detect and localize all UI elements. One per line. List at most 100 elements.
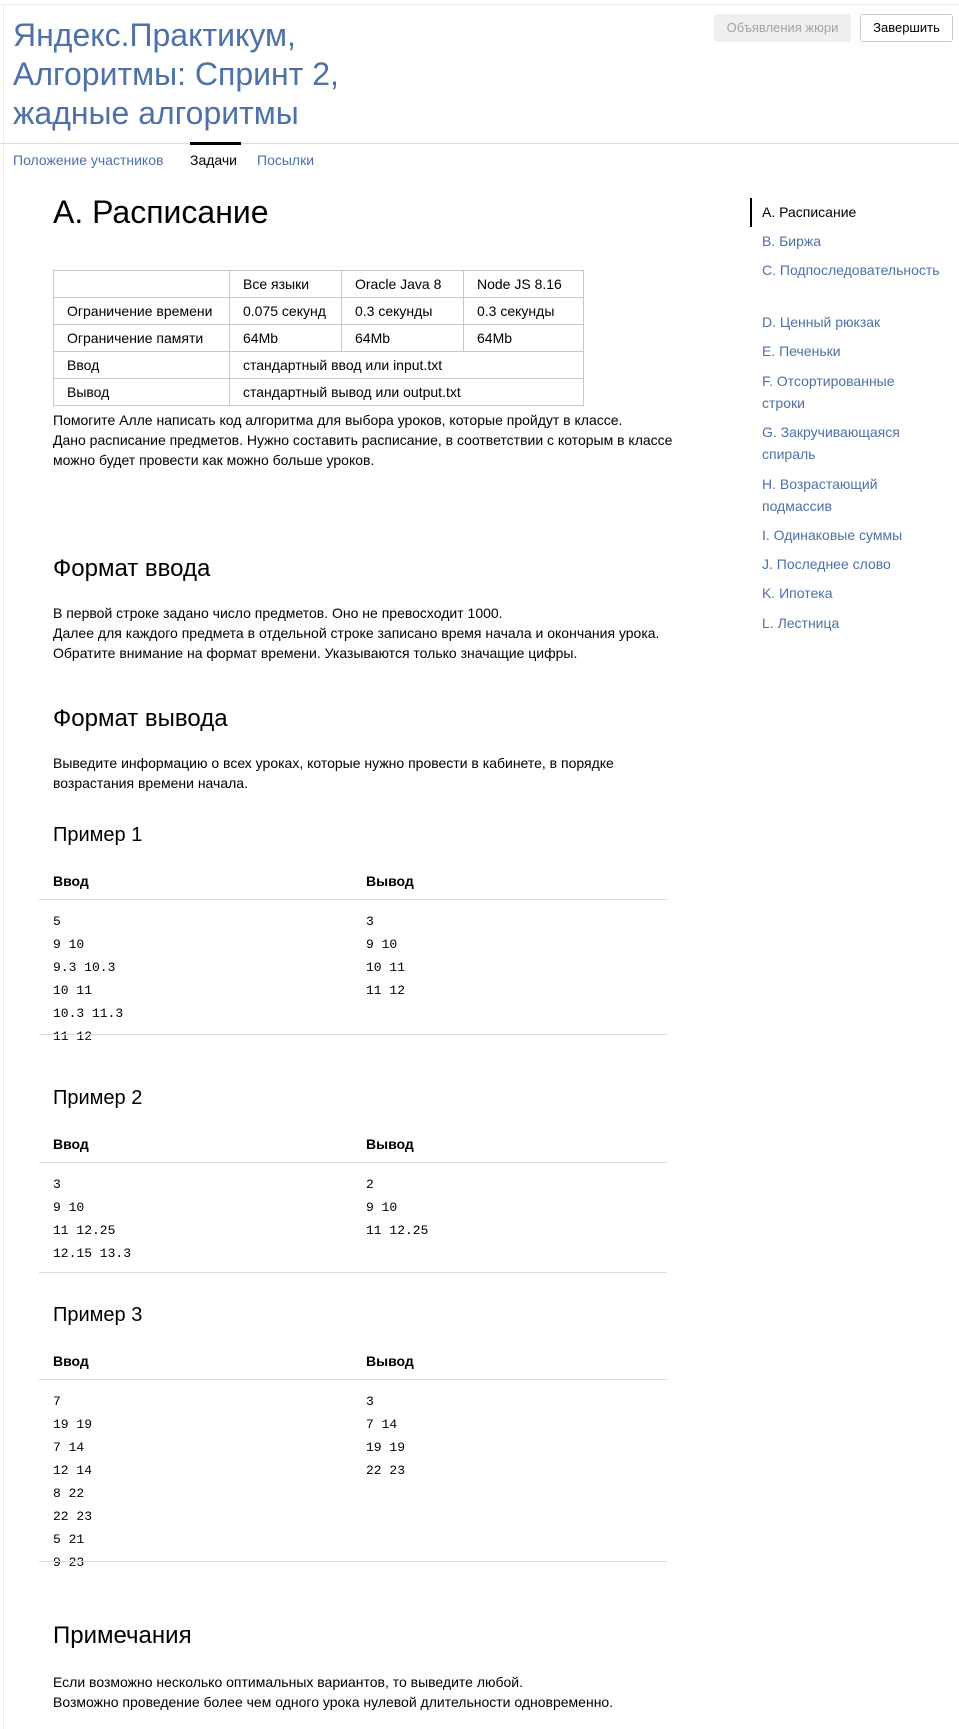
example-divider — [39, 1272, 667, 1273]
example-input-line: 3 — [53, 1177, 61, 1192]
contest-title-line: Яндекс.Практикум, — [13, 17, 296, 53]
example-input-line: 12 14 — [53, 1463, 93, 1478]
example-title: Пример 2 — [53, 1087, 143, 1109]
notes-heading: Примечания — [53, 1622, 192, 1649]
sidebar-item-h[interactable]: H. Возрастающий подмассив — [762, 473, 902, 517]
statement-line: можно будет провести как можно больше ур… — [53, 452, 375, 468]
output-row: Вывод стандартный вывод или output.txt — [53, 378, 584, 406]
tab-submits[interactable]: Посылки — [257, 152, 314, 168]
example-input-label: Ввод — [53, 873, 89, 889]
sidebar-item-a[interactable]: A. Расписание — [762, 201, 952, 223]
limits-table: Все языки Oracle Java 8 Node JS 8.16 Огр… — [53, 270, 584, 406]
example-divider — [39, 899, 667, 900]
limits-corner-cell — [53, 270, 230, 298]
example-input-line: 12.15 13.3 — [53, 1246, 132, 1261]
jury-announcements-button[interactable]: Объявления жюри — [714, 14, 851, 42]
example-input-label: Ввод — [53, 1353, 89, 1369]
output-label: Вывод — [53, 378, 230, 406]
problem-title: А. Расписание — [53, 194, 269, 230]
example-input-line: 11 12.25 — [53, 1223, 116, 1238]
example-output[interactable]: 3 7 14 19 19 22 23 — [366, 1390, 405, 1482]
output-format-line: возрастания времени начала. — [53, 775, 248, 791]
example-output-label: Вывод — [366, 1136, 414, 1152]
example-input-line: 19 19 — [53, 1417, 93, 1432]
sidebar-item-b[interactable]: B. Биржа — [762, 230, 952, 252]
example-output[interactable]: 3 9 10 10 11 11 12 — [366, 910, 405, 1002]
notes-line: Если возможно несколько оптимальных вари… — [53, 1674, 524, 1690]
example-output-line: 3 — [366, 1394, 374, 1409]
output-format-line: Выведите информацию о всех уроках, котор… — [53, 755, 614, 771]
example-input-line: 9 10 — [53, 1200, 85, 1215]
memory-limit-value: 64Mb — [463, 324, 584, 352]
example-divider — [39, 1034, 667, 1035]
notes-text: Если возможно несколько оптимальных вари… — [53, 1672, 683, 1712]
active-tab-indicator — [190, 142, 241, 145]
example-output-label: Вывод — [366, 873, 414, 889]
statement-line: Дано расписание предметов. Нужно состави… — [53, 432, 673, 448]
sidebar-item-j[interactable]: J. Последнее слово — [762, 553, 952, 575]
example-divider — [39, 1561, 667, 1562]
time-limit-value: 0.075 секунд — [229, 297, 342, 325]
example-output-line: 2 — [366, 1177, 374, 1192]
sidebar-item-c[interactable]: C. Подпоследовательность — [762, 259, 942, 281]
example-input-line: 9 10 — [53, 937, 85, 952]
finish-button[interactable]: Завершить — [860, 14, 953, 42]
time-limit-value: 0.3 секунды — [341, 297, 464, 325]
example-input-line: 9 23 — [53, 1555, 85, 1570]
sidebar-item-d[interactable]: D. Ценный рюкзак — [762, 311, 952, 333]
limits-header-cell: Все языки — [229, 270, 342, 298]
input-format-line: В первой строке задано число предметов. … — [53, 605, 503, 621]
notes-line: Возможно проведение более чем одного уро… — [53, 1694, 614, 1710]
example-output-line: 10 11 — [366, 960, 406, 975]
example-output[interactable]: 2 9 10 11 12.25 — [366, 1173, 428, 1242]
sidebar-item-e[interactable]: E. Печеньки — [762, 340, 952, 362]
page: Яндекс.Практикум, Алгоритмы: Спринт 2, ж… — [0, 0, 959, 1729]
sidebar-item-g[interactable]: G. Закручивающаяся спираль — [762, 421, 922, 465]
limits-header-cell: Node JS 8.16 — [463, 270, 584, 298]
example-input-line: 11 12 — [53, 1029, 93, 1044]
example-input[interactable]: 3 9 10 11 12.25 12.15 13.3 — [53, 1173, 131, 1265]
example-output-line: 7 14 — [366, 1417, 398, 1432]
example-output-line: 11 12 — [366, 983, 406, 998]
example-title: Пример 3 — [53, 1304, 143, 1326]
output-format-text: Выведите информацию о всех уроках, котор… — [53, 753, 683, 793]
memory-limit-label: Ограничение памяти — [53, 324, 230, 352]
example-input-line: 10 11 — [53, 983, 93, 998]
memory-limit-value: 64Mb — [229, 324, 342, 352]
active-problem-indicator — [750, 198, 752, 227]
example-input[interactable]: 7 19 19 7 14 12 14 8 22 22 23 5 21 9 23 — [53, 1390, 92, 1574]
example-input[interactable]: 5 9 10 9.3 10.3 10 11 10.3 11.3 11 12 — [53, 910, 123, 1048]
example-input-line: 22 23 — [53, 1509, 93, 1524]
contest-title[interactable]: Яндекс.Практикум, Алгоритмы: Спринт 2, ж… — [13, 16, 433, 133]
tab-standings[interactable]: Положение участников — [13, 152, 163, 168]
example-input-line: 7 14 — [53, 1440, 85, 1455]
tab-tasks[interactable]: Задачи — [190, 152, 237, 168]
example-output-line: 11 12.25 — [366, 1223, 429, 1238]
limits-header-cell: Oracle Java 8 — [341, 270, 464, 298]
example-output-label: Вывод — [366, 1353, 414, 1369]
left-divider — [3, 4, 4, 1729]
sidebar-item-f[interactable]: F. Отсортированные строки — [762, 370, 912, 414]
example-input-line: 5 21 — [53, 1532, 85, 1547]
memory-limit-value: 64Mb — [341, 324, 464, 352]
limits-header-row: Все языки Oracle Java 8 Node JS 8.16 — [53, 270, 584, 298]
example-input-label: Ввод — [53, 1136, 89, 1152]
example-input-line: 9.3 10.3 — [53, 960, 116, 975]
sidebar-item-l[interactable]: L. Лестница — [762, 612, 952, 634]
example-input-line: 7 — [53, 1394, 61, 1409]
contest-title-line: Алгоритмы: Спринт 2, — [13, 56, 339, 92]
sidebar-item-k[interactable]: K. Ипотека — [762, 582, 952, 604]
example-output-line: 9 10 — [366, 937, 398, 952]
time-limit-value: 0.3 секунды — [463, 297, 584, 325]
statement-text: Помогите Алле написать код алгоритма для… — [53, 410, 683, 470]
output-value: стандартный вывод или output.txt — [229, 378, 584, 406]
input-format-line: Обратите внимание на формат времени. Ука… — [53, 645, 578, 661]
time-limit-row: Ограничение времени 0.075 секунд 0.3 сек… — [53, 297, 584, 325]
example-input-line: 8 22 — [53, 1486, 85, 1501]
time-limit-label: Ограничение времени — [53, 297, 230, 325]
input-label: Ввод — [53, 351, 230, 379]
sidebar-item-i[interactable]: I. Одинаковые суммы — [762, 524, 952, 546]
contest-title-line: жадные алгоритмы — [13, 95, 299, 131]
example-output-line: 19 19 — [366, 1440, 406, 1455]
example-input-line: 10.3 11.3 — [53, 1006, 124, 1021]
